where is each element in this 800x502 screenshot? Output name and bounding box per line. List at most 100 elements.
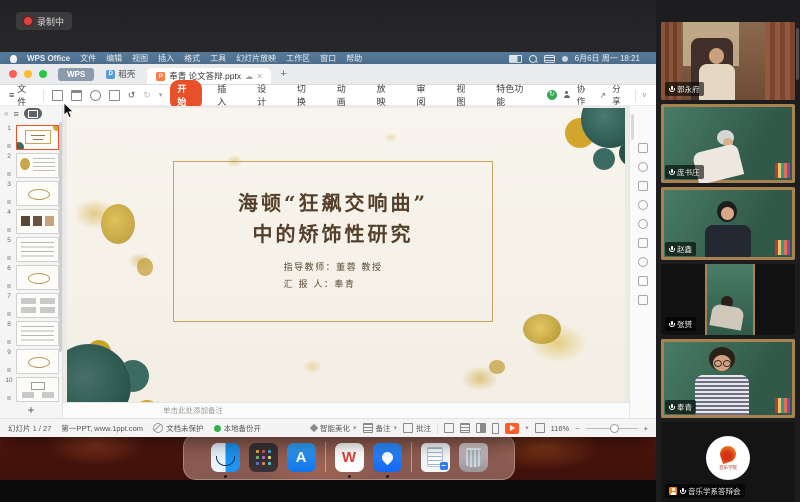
comments-button[interactable]: 批注 [403, 423, 431, 434]
canvas-scrollbar[interactable] [631, 114, 634, 140]
title-text-box[interactable]: 海顿“狂飙交响曲” 中的矫饰性研究 指导教师：董蓉 教授 汇 报 人：奉青 [173, 161, 493, 322]
play-slideshow-button[interactable] [505, 423, 519, 434]
participant-tile-host[interactable]: 音乐学院 音乐学系答辩会 [661, 422, 795, 502]
menu-bar-clock[interactable]: 6月6日 周一 18:21 [575, 53, 640, 64]
preview-icon[interactable] [90, 90, 101, 101]
slide-canvas[interactable]: 海顿“狂飙交响曲” 中的矫饰性研究 指导教师：董蓉 教授 汇 报 人：奉青 [67, 108, 625, 402]
thumbnail-preview[interactable] [16, 181, 59, 206]
menu-app-name[interactable]: WPS Office [27, 54, 70, 63]
smart-beautify-button[interactable]: 智能美化 ▾ [311, 423, 357, 434]
app-store-icon[interactable]: A [287, 443, 316, 472]
battery-icon[interactable] [509, 55, 522, 63]
chevron-down-icon[interactable]: ▾ [159, 91, 163, 99]
meeting-panel-scrollbar[interactable] [796, 28, 799, 80]
slide-thumbnail-4[interactable]: 4 [0, 207, 62, 235]
slide-thumbnail-6[interactable]: 6 [0, 263, 62, 291]
slide-thumbnail-8[interactable]: 8 [0, 319, 62, 347]
thumbnail-preview[interactable] [16, 153, 59, 178]
thumbnail-preview[interactable] [16, 293, 59, 318]
undo-icon[interactable]: ↺ [128, 90, 136, 101]
panel-tool-icon[interactable] [638, 162, 648, 172]
slide-subtitle[interactable]: 指导教师：董蓉 教授 汇 报 人：奉青 [284, 260, 383, 294]
slide-thumbnail-1[interactable]: 1 [0, 123, 62, 151]
print-icon[interactable] [71, 90, 82, 101]
panel-tool-icon[interactable] [638, 219, 648, 229]
thumbnail-preview[interactable] [16, 321, 59, 346]
document-dock-icon[interactable]: − [421, 443, 450, 472]
menu-item-help[interactable]: 帮助 [346, 53, 362, 64]
wps-home-button[interactable]: WPS [58, 68, 94, 81]
new-tab-button[interactable]: + [280, 68, 286, 80]
panel-tool-icon[interactable] [638, 238, 648, 248]
redo-icon[interactable]: ↻ [143, 90, 151, 101]
zoom-out-button[interactable]: − [575, 424, 579, 433]
trash-icon[interactable] [459, 443, 488, 472]
thumbnail-preview[interactable] [16, 237, 59, 262]
panel-tool-icon[interactable] [638, 143, 648, 153]
docer-tab[interactable]: D 稻壳 [101, 68, 140, 80]
participant-tile[interactable]: 郭永府 [661, 22, 795, 100]
collapse-ribbon-icon[interactable]: ∨ [642, 91, 647, 99]
slide-thumbnail-3[interactable]: 3 [0, 179, 62, 207]
control-center-icon[interactable] [544, 55, 555, 63]
panel-tool-icon[interactable] [638, 295, 648, 305]
phone-mode-icon[interactable] [492, 423, 499, 434]
thumbnail-preview[interactable] [16, 209, 59, 234]
menu-item-tools[interactable]: 工具 [210, 53, 226, 64]
participant-tile[interactable]: 庞书庄 [661, 104, 795, 183]
local-backup-button[interactable]: 本地备份开 [214, 423, 262, 434]
participant-tile-active-speaker[interactable]: 奉青 [661, 339, 795, 418]
outline-view-icon[interactable]: ≡ [13, 109, 18, 119]
new-slide-button[interactable]: + [0, 402, 62, 418]
panel-tool-icon[interactable] [638, 200, 648, 210]
format-painter-icon[interactable] [109, 90, 120, 101]
thumbnail-scrollbar[interactable] [59, 122, 62, 352]
thumbnail-preview[interactable] [16, 265, 59, 290]
panel-tool-icon[interactable] [638, 276, 648, 286]
thumbnail-preview[interactable] [16, 349, 59, 374]
play-options-icon[interactable]: ▾ [525, 424, 529, 432]
zoom-slider-knob[interactable] [610, 424, 619, 433]
menu-item-view[interactable]: 视图 [132, 53, 148, 64]
close-window-button[interactable] [9, 70, 17, 78]
zoom-percentage[interactable]: 116% [551, 424, 570, 433]
zoom-in-button[interactable]: + [644, 424, 648, 433]
participant-tile[interactable]: 张赟 [661, 264, 795, 335]
slide-thumbnail-10[interactable]: 10 [0, 375, 62, 402]
fullscreen-icon[interactable] [535, 423, 545, 433]
notes-toggle-button[interactable]: 备注 ▾ [363, 423, 398, 434]
file-menu-button[interactable]: ≡ 文件 [9, 82, 35, 108]
menu-item-slideshow[interactable]: 幻灯片放映 [236, 53, 276, 64]
document-protection-button[interactable]: 文档未保护 [153, 423, 204, 434]
menu-item-workspace[interactable]: 工作区 [286, 53, 310, 64]
launchpad-icon[interactable] [249, 443, 278, 472]
menu-item-file[interactable]: 文件 [80, 53, 96, 64]
finder-icon[interactable] [211, 443, 240, 472]
slide-thumbnail-9[interactable]: 9 [0, 347, 62, 375]
zoom-slider[interactable] [586, 428, 638, 429]
slide-thumbnail-7[interactable]: 7 [0, 291, 62, 319]
menu-item-format[interactable]: 格式 [184, 53, 200, 64]
slides-view-toggle[interactable] [24, 108, 42, 119]
screen-recording-badge[interactable]: 录制中 [16, 12, 72, 30]
thumbnail-preview[interactable] [16, 125, 59, 150]
minimize-window-button[interactable] [24, 70, 32, 78]
cloud-sync-status-icon[interactable]: ↻ [547, 90, 557, 100]
normal-view-icon[interactable] [444, 423, 454, 433]
menu-item-edit[interactable]: 编辑 [106, 53, 122, 64]
participant-tile[interactable]: 赵鑫 [661, 187, 795, 260]
thumbnail-preview[interactable] [16, 377, 59, 402]
collaborate-button[interactable]: 协作 [577, 83, 594, 107]
menu-item-window[interactable]: 窗口 [320, 53, 336, 64]
slide-thumbnail-2[interactable]: 2 [0, 151, 62, 179]
reading-view-icon[interactable] [476, 423, 486, 433]
meeting-app-dock-icon[interactable] [373, 443, 402, 472]
slide-sorter-view-icon[interactable] [460, 423, 470, 433]
save-icon[interactable] [52, 90, 63, 101]
wps-office-dock-icon[interactable]: W [335, 443, 364, 472]
search-icon[interactable] [529, 55, 537, 63]
notes-bar[interactable]: 单击此处添加备注 [63, 402, 629, 418]
panel-tool-icon[interactable] [638, 181, 648, 191]
apple-logo-icon[interactable] [10, 55, 17, 63]
slide-thumbnail-5[interactable]: 5 [0, 235, 62, 263]
